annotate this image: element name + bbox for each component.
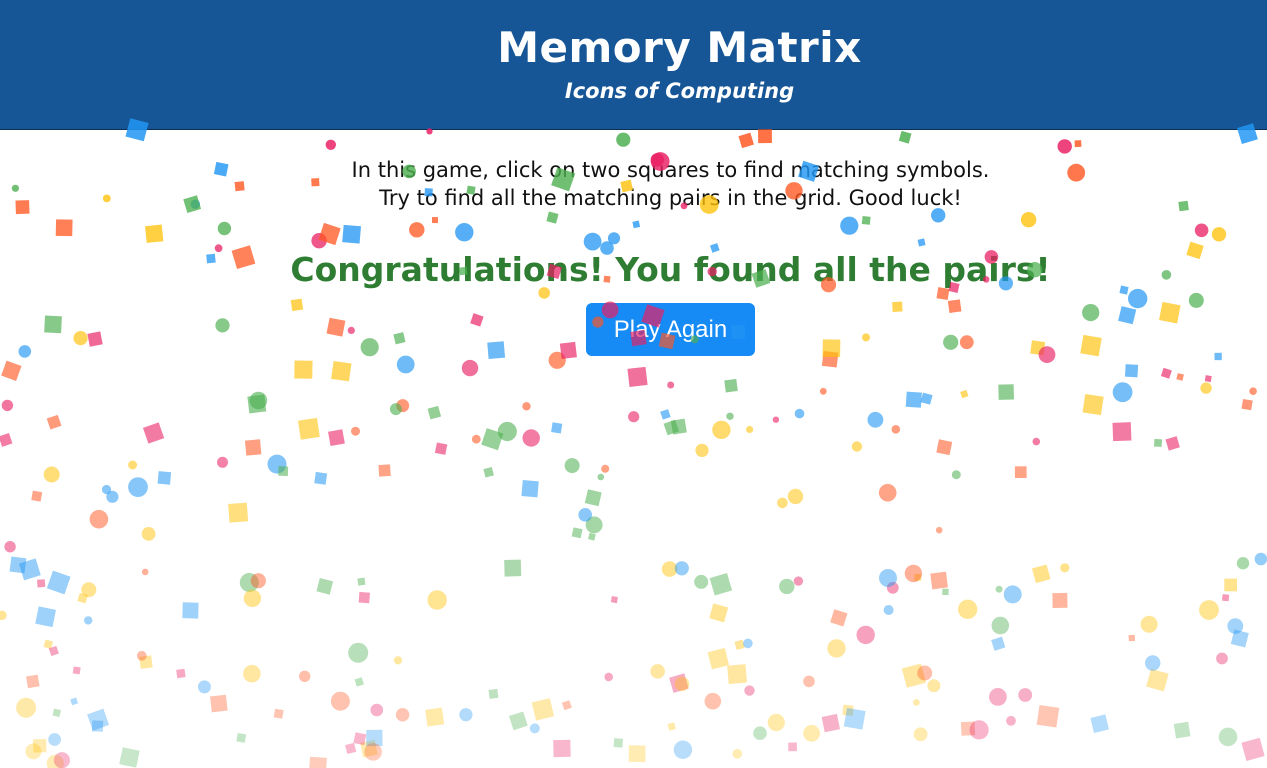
instructions-line-1: In this game, click on two squares to fi… — [351, 158, 990, 182]
instructions-line-2: Try to find all the matching pairs in th… — [379, 186, 962, 210]
congratulations-message: Congratulations! You found all the pairs… — [290, 250, 1051, 289]
app-header: Memory Matrix Icons of Computing — [0, 0, 1267, 130]
page-subtitle: Icons of Computing — [564, 79, 795, 103]
instructions: In this game, click on two squares to fi… — [0, 156, 1267, 212]
game-area: In this game, click on two squares to fi… — [0, 130, 1267, 768]
page-title: Memory Matrix — [497, 23, 862, 72]
play-again-button[interactable]: Play Again — [586, 303, 755, 356]
